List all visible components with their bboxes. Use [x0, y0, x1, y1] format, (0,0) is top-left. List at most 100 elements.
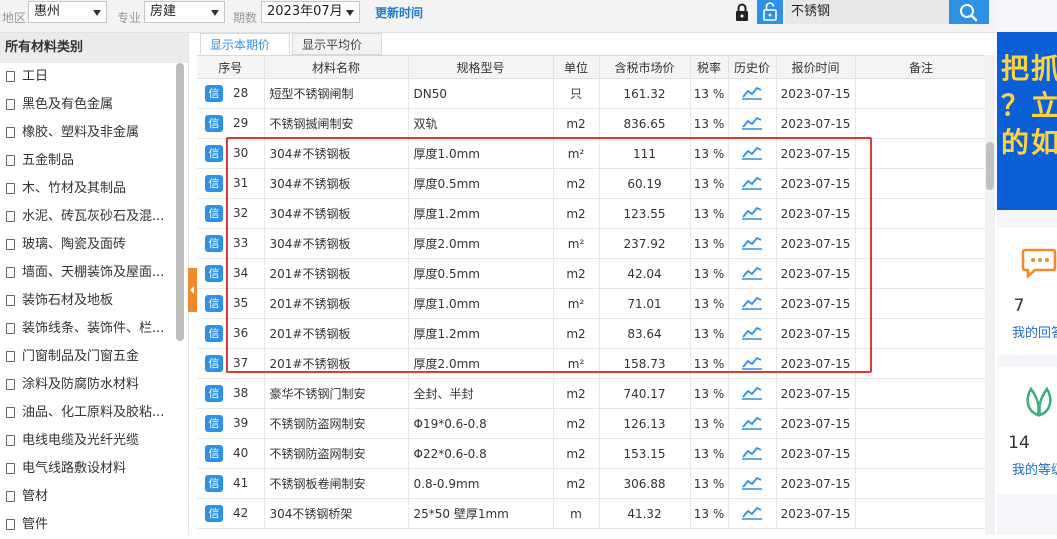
credit-badge[interactable]: 信 — [205, 505, 223, 522]
credit-badge[interactable]: 信 — [205, 445, 223, 462]
update-time-button[interactable]: 更新时间 — [375, 4, 423, 21]
col-header-name[interactable]: 材料名称 — [264, 56, 409, 79]
col-header-unit[interactable]: 单位 — [553, 56, 600, 79]
table-row[interactable]: 信 37 201#不锈钢板 厚度2.0mm m² 158.73 13 % 2023-07-15 — [197, 348, 988, 379]
table-scrollbar-track[interactable] — [985, 55, 995, 535]
col-header-spec[interactable]: 规格型号 — [408, 56, 554, 79]
category-select[interactable]: 房建 — [144, 1, 225, 23]
promo-banner[interactable]: 把抓 ？立 的如 — [997, 32, 1057, 210]
sidebar-item[interactable]: 木、竹材及其制品 — [0, 175, 188, 203]
table-row[interactable]: 信 32 304#不锈钢板 厚度1.2mm m2 123.55 13 % 2023-07-15 — [197, 198, 988, 229]
credit-badge[interactable]: 信 — [205, 175, 223, 192]
row-seq: 39 — [233, 416, 249, 430]
level-label[interactable]: 我的等级 — [1012, 459, 1057, 478]
table-row[interactable]: 信 33 304#不锈钢板 厚度2.0mm m² 237.92 13 % 2023-07-15 — [197, 228, 988, 259]
col-header-history[interactable]: 历史价 — [728, 56, 777, 79]
trend-chart-icon[interactable] — [741, 354, 763, 373]
credit-badge[interactable]: 信 — [205, 475, 223, 492]
sidebar-item[interactable]: 管材 — [0, 483, 188, 511]
lock-icon[interactable] — [731, 1, 753, 23]
credit-badge[interactable]: 信 — [205, 145, 223, 162]
trend-chart-icon[interactable] — [741, 414, 763, 433]
sidebar-item[interactable]: 水泥、砖瓦灰砂石及混... — [0, 203, 188, 231]
cell-unit: m² — [553, 288, 600, 319]
trend-chart-icon[interactable] — [741, 174, 763, 193]
table-row[interactable]: 信 28 短型不锈钢闸制 DN50 只 161.32 13 % 2023-07-15 — [197, 78, 988, 109]
trend-chart-icon[interactable] — [741, 384, 763, 403]
credit-badge[interactable]: 信 — [205, 235, 223, 252]
sidebar-item[interactable]: 电气线路敷设材料 — [0, 455, 188, 483]
file-icon — [6, 239, 15, 250]
cell-note — [855, 318, 988, 349]
sidebar-item[interactable]: 墙面、天棚装饰及屋面... — [0, 259, 188, 287]
row-seq: 38 — [233, 386, 249, 400]
sidebar-item[interactable]: 门窗制品及门窗五金 — [0, 343, 188, 371]
table-row[interactable]: 信 41 不锈钢板卷闸制安 0.8-0.9mm m2 306.88 13 % 2023-07-… — [197, 468, 988, 499]
col-header-tax[interactable]: 税率 — [690, 56, 729, 79]
credit-badge[interactable]: 信 — [205, 115, 223, 132]
sidebar-item[interactable]: 工日 — [0, 63, 188, 91]
row-seq: 32 — [233, 206, 249, 220]
sidebar-item[interactable]: 涂料及防腐防水材料 — [0, 371, 188, 399]
trend-chart-icon[interactable] — [741, 294, 763, 313]
trend-chart-icon[interactable] — [741, 84, 763, 103]
table-row[interactable]: 信 39 不锈钢防盗网制安 Φ19*0.6-0.8 m2 126.13 13 % 2023-0… — [197, 408, 988, 439]
table-row[interactable]: 信 35 201#不锈钢板 厚度1.0mm m² 71.01 13 % 2023-07-15 — [197, 288, 988, 319]
cell-name: 201#不锈钢板 — [264, 318, 409, 349]
sidebar-item[interactable]: 橡胶、塑料及非金属 — [0, 119, 188, 147]
trend-chart-icon[interactable] — [741, 324, 763, 343]
search-input[interactable]: 不锈钢 — [785, 0, 949, 24]
tab-average-price[interactable]: 显示平均价 — [292, 33, 382, 55]
sidebar-item[interactable]: 油品、化工原料及胶粘... — [0, 399, 188, 427]
unlock-button[interactable] — [757, 0, 783, 24]
cell-seq: 信 40 — [197, 438, 265, 469]
credit-badge[interactable]: 信 — [205, 325, 223, 342]
table-row[interactable]: 信 38 豪华不锈钢门制安 全封、半封 m2 740.17 13 % 2023-07-15 — [197, 378, 988, 409]
table-row[interactable]: 信 42 304不锈钢桥架 25*50 壁厚1mm m 41.32 13 % 2023-07-… — [197, 498, 988, 529]
credit-badge[interactable]: 信 — [205, 85, 223, 102]
table-row[interactable]: 信 36 201#不锈钢板 厚度1.2mm m2 83.64 13 % 2023-07-15 — [197, 318, 988, 349]
tab-current-price[interactable]: 显示本期价格 — [200, 33, 290, 74]
col-header-date[interactable]: 报价时间 — [776, 56, 856, 79]
sidebar-item[interactable]: 电线电缆及光纤光缆 — [0, 427, 188, 455]
sidebar-item[interactable]: 装饰石材及地板 — [0, 287, 188, 315]
table-row[interactable]: 信 40 不锈钢防盗网制安 Φ22*0.6-0.8 m2 153.15 13 % 2023-0… — [197, 438, 988, 469]
credit-badge[interactable]: 信 — [205, 265, 223, 282]
trend-chart-icon[interactable] — [741, 144, 763, 163]
stat-card-level[interactable]: 14 我的等级 — [997, 367, 1057, 494]
trend-chart-icon[interactable] — [741, 444, 763, 463]
col-header-note[interactable]: 备注 — [855, 56, 988, 79]
col-header-price[interactable]: 含税市场价 — [599, 56, 691, 79]
sidebar-collapse-toggle[interactable] — [188, 268, 197, 312]
trend-chart-icon[interactable] — [741, 474, 763, 493]
sidebar-scrollbar[interactable] — [176, 63, 184, 341]
sidebar-item[interactable]: 玻璃、陶瓷及面砖 — [0, 231, 188, 259]
trend-chart-icon[interactable] — [741, 234, 763, 253]
search-button[interactable] — [949, 0, 989, 24]
cell-tax: 13 % — [690, 468, 729, 499]
cell-tax: 13 % — [690, 228, 729, 259]
credit-badge[interactable]: 信 — [205, 355, 223, 372]
answers-label[interactable]: 我的回答 — [1012, 322, 1057, 341]
sidebar-item[interactable]: 五金制品 — [0, 147, 188, 175]
trend-chart-icon[interactable] — [741, 504, 763, 523]
col-header-seq[interactable]: 序号 — [197, 56, 265, 79]
table-row[interactable]: 信 31 304#不锈钢板 厚度0.5mm m2 60.19 13 % 2023-07-15 — [197, 168, 988, 199]
trend-chart-icon[interactable] — [741, 264, 763, 283]
credit-badge[interactable]: 信 — [205, 415, 223, 432]
table-scrollbar-thumb[interactable] — [986, 142, 994, 190]
table-row[interactable]: 信 34 201#不锈钢板 厚度0.5mm m2 42.04 13 % 2023-07-15 — [197, 258, 988, 289]
trend-chart-icon[interactable] — [741, 114, 763, 133]
period-select[interactable]: 2023年07月 — [261, 1, 360, 23]
credit-badge[interactable]: 信 — [205, 385, 223, 402]
trend-chart-icon[interactable] — [741, 204, 763, 223]
sidebar-item[interactable]: 黑色及有色金属 — [0, 91, 188, 119]
region-select[interactable]: 惠州 — [28, 1, 107, 23]
table-row[interactable]: 信 30 304#不锈钢板 厚度1.0mm m² 111 13 % 2023-07-15 — [197, 138, 988, 169]
sidebar-item[interactable]: 装饰线条、装饰件、栏... — [0, 315, 188, 343]
credit-badge[interactable]: 信 — [205, 295, 223, 312]
credit-badge[interactable]: 信 — [205, 205, 223, 222]
stat-card-answers[interactable]: 7 我的回答 — [997, 228, 1057, 355]
cell-unit: m2 — [553, 108, 600, 139]
table-row[interactable]: 信 29 不锈钢揻闸制安 双轨 m2 836.65 13 % 2023-07-15 — [197, 108, 988, 139]
